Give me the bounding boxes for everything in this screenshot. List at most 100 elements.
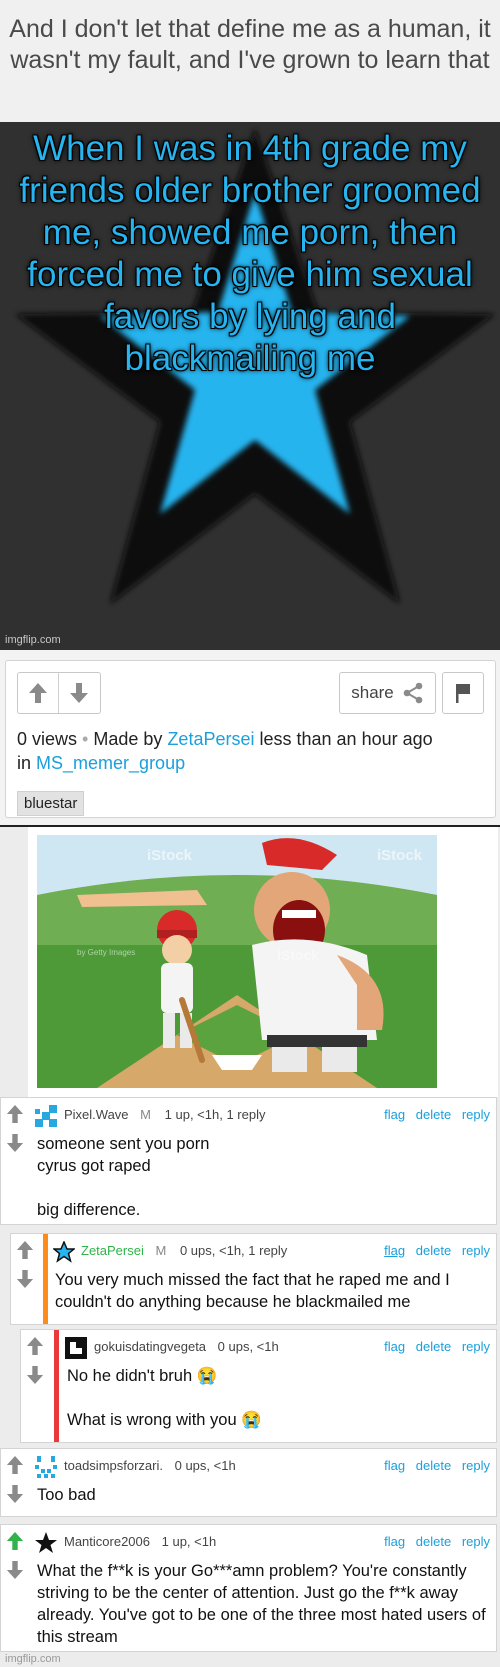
comment-text: No he didn't bruh 😭 What is wrong with y… [67,1367,262,1429]
comment-zetapersei: ZetaPersei M 0 ups, <1h, 1 reply flag de… [10,1233,497,1325]
meme-caption: And I don't let that define me as a huma… [9,15,491,74]
comment-stats: 1 up, <1h [161,1534,217,1549]
comment-actions: flag delete reply [377,1243,490,1258]
upvote-button[interactable] [18,673,58,713]
comment-text: What the f**k is your Go***amn problem? … [37,1562,486,1646]
upvote-icon [26,1337,44,1355]
downvote-button[interactable] [59,673,99,713]
baseball-cartoon-illustration: iStock iStock iStock by Getty Images [37,835,437,1088]
comment-header: toadsimpsforzari. 0 ups, <1h [64,1458,236,1473]
istock-watermark: iStock [147,847,193,864]
comment-manticore2006: Manticore2006 1 up, <1h flag delete repl… [0,1524,497,1652]
flag-link[interactable]: flag [384,1339,405,1354]
comment-header: Manticore2006 1 up, <1h [64,1534,216,1549]
share-icon [403,682,423,704]
reply-link[interactable]: reply [462,1107,490,1122]
upvote-icon-active [6,1532,24,1550]
star-avatar[interactable] [53,1241,75,1263]
image-comment: iStock iStock iStock by Getty Images [28,827,498,1097]
upvote-icon [6,1456,24,1474]
comment-downvote-button[interactable] [13,1267,37,1291]
black-star-avatar[interactable] [35,1532,57,1554]
comment-downvote-button[interactable] [3,1558,27,1582]
comment-downvote-button[interactable] [23,1363,47,1387]
reply-link[interactable]: reply [462,1339,490,1354]
avatar[interactable] [35,1105,57,1127]
flag-link[interactable]: flag [384,1534,405,1549]
comment-downvote-button[interactable] [3,1482,27,1506]
comment-text: someone sent you porn cyrus got raped bi… [37,1135,210,1219]
made-by-label: Made by [93,729,163,749]
getty-credit: by Getty Images [77,948,135,957]
delete-link[interactable]: delete [416,1339,451,1354]
comment-stats: 1 up, <1h, 1 reply [164,1107,266,1122]
delete-link[interactable]: delete [416,1534,451,1549]
upvote-icon [29,683,47,703]
comment-stats: 0 ups, <1h [174,1458,236,1473]
delete-link[interactable]: delete [416,1458,451,1473]
delete-link[interactable]: delete [416,1107,451,1122]
share-label: share [351,683,394,702]
post-meta: 0 views • Made by ZetaPersei less than a… [17,727,487,775]
comment-text: You very much missed the fact that he ra… [55,1271,450,1311]
reply-accent-bar [54,1330,59,1442]
comment-text: Too bad [37,1486,96,1504]
comment-pixel-wave: Pixel.Wave M 1 up, <1h, 1 reply flag del… [0,1097,497,1225]
comment-actions: flag delete reply [377,1534,490,1549]
downvote-icon [6,1561,24,1579]
comment-header: Pixel.Wave M 1 up, <1h, 1 reply [64,1107,265,1122]
imgflip-footer-watermark: imgflip.com [5,1653,61,1665]
comment-actions: flag delete reply [377,1458,490,1473]
reply-link[interactable]: reply [462,1243,490,1258]
flag-link[interactable]: flag [384,1458,405,1473]
flag-button[interactable] [442,672,484,714]
comment-upvote-button[interactable] [13,1238,37,1262]
flag-icon [456,684,470,703]
comment-stats: 0 ups, <1h, 1 reply [179,1243,288,1258]
post-time: less than an hour ago [259,729,433,749]
comment-upvote-button[interactable] [3,1529,27,1553]
comment-upvote-button[interactable] [23,1334,47,1358]
meta-dot: • [82,729,89,749]
comment-gokuisdatingvegeta: gokuisdatingvegeta 0 ups, <1h flag delet… [20,1329,497,1443]
post-info-box: share 0 views • Made by ZetaPersei less … [5,660,496,818]
comment-username[interactable]: gokuisdatingvegeta [94,1339,206,1354]
reply-accent-bar [43,1234,48,1324]
meme-text: When I was in 4th grade my friends older… [19,129,481,378]
author-link[interactable]: ZetaPersei [167,729,254,749]
mod-badge: M [140,1107,152,1122]
downvote-icon [70,683,88,703]
comment-downvote-button[interactable] [3,1131,27,1155]
comment-username[interactable]: toadsimpsforzari. [64,1458,163,1473]
reply-link[interactable]: reply [462,1534,490,1549]
istock-watermark-mid: iStock [277,947,319,963]
delete-link[interactable]: delete [416,1243,451,1258]
in-label: in [17,753,32,773]
comment-username[interactable]: Pixel.Wave [64,1107,129,1122]
comment-username[interactable]: Manticore2006 [64,1534,150,1549]
comment-stats: 0 ups, <1h [217,1339,279,1354]
comment-actions: flag delete reply [377,1107,490,1122]
post-vote-group [17,672,101,714]
share-button[interactable]: share [339,672,436,714]
istock-watermark-right: iStock [377,847,423,864]
downvote-icon [6,1485,24,1503]
upvote-icon [16,1241,34,1259]
downvote-icon [6,1134,24,1152]
avatar[interactable] [35,1456,57,1478]
downvote-icon [26,1366,44,1384]
meme-image: When I was in 4th grade my friends older… [0,122,500,650]
post-tag[interactable]: bluestar [17,791,85,816]
comment-upvote-button[interactable] [3,1102,27,1126]
comment-image-baseball: iStock iStock iStock by Getty Images [37,835,437,1088]
downvote-icon [16,1270,34,1288]
reply-link[interactable]: reply [462,1458,490,1473]
flag-link[interactable]: flag [384,1243,405,1258]
comment-username[interactable]: ZetaPersei [81,1243,144,1258]
stream-link[interactable]: MS_memer_group [36,753,185,773]
comment-upvote-button[interactable] [3,1453,27,1477]
flag-link[interactable]: flag [384,1107,405,1122]
mod-badge: M [155,1243,167,1258]
comment-actions: flag delete reply [377,1339,490,1354]
avatar[interactable] [65,1337,87,1359]
